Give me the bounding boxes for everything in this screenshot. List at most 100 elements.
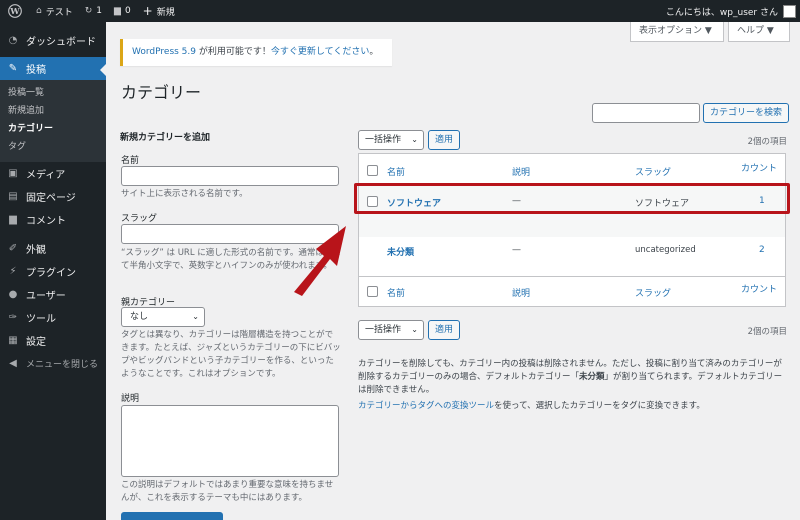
pin-icon: ✎ — [8, 63, 18, 74]
sidebar-item-plugins[interactable]: ⚡ プラグイン — [0, 260, 106, 283]
sidebar-item-label: メディア — [26, 170, 66, 181]
table-header-row: 名前 説明 スラッグ カウント — [359, 154, 785, 185]
category-count-link[interactable]: 2 — [759, 245, 765, 255]
site-name: テスト — [45, 7, 73, 18]
sidebar-item-users[interactable]: ● ユーザー — [0, 283, 106, 306]
comment-icon: ▆ — [9, 214, 17, 225]
submenu-add-new[interactable]: 新規追加 — [0, 102, 106, 120]
posts-submenu: 投稿一覧 新規追加 カテゴリー タグ — [0, 80, 106, 162]
parent-category-value: なし — [130, 312, 149, 322]
bulk-action-select-top[interactable]: 一括操作 ⌄ — [358, 130, 424, 150]
settings-icon: ▦ — [8, 335, 18, 346]
name-description: サイト上に表示される名前です。 — [121, 189, 248, 199]
bulk-action-select-bottom[interactable]: 一括操作 ⌄ — [358, 320, 424, 340]
main-content: 表示オプション ▼ ヘルプ ▼ WordPress 5.9 が利用可能です！今す… — [106, 22, 800, 520]
bulk-action-label: 一括操作 — [365, 325, 402, 335]
description-description: この説明はデフォルトではあまり重要な意味を持ちませんが、これを表示するテーマも中… — [121, 480, 334, 503]
category-name-link[interactable]: 未分類 — [387, 245, 414, 258]
column-count[interactable]: カウント — [741, 161, 777, 174]
greeting: こんにちは、wp_user さん — [665, 7, 778, 18]
parent-category-description: タグとは異なり、カテゴリーは階層構造を持つことができます。たとえば、ジャズという… — [121, 330, 341, 379]
name-field[interactable] — [121, 166, 339, 186]
user-icon: ● — [8, 289, 18, 300]
admin-sidebar: ◔ ダッシュボード ✎ 投稿 投稿一覧 新規追加 カテゴリー タグ ▣ メディア… — [0, 22, 106, 520]
select-all-checkbox-bottom[interactable] — [367, 286, 378, 297]
search-input[interactable] — [592, 103, 700, 123]
column-slug-footer[interactable]: スラッグ — [635, 286, 671, 299]
column-name[interactable]: 名前 — [387, 165, 405, 178]
comment-icon: ▆ — [114, 6, 121, 16]
table-footer-row: 名前 説明 スラッグ カウント — [359, 277, 785, 307]
add-category-button[interactable] — [121, 512, 223, 520]
chevron-down-icon: ⌄ — [411, 135, 418, 144]
plus-icon: + — [142, 4, 153, 18]
dashboard-icon: ◔ — [8, 35, 18, 46]
description-label: 説明 — [121, 394, 140, 404]
converter-note: カテゴリーからタグへの変換ツールを使って、選択したカテゴリーをタグに変換できます… — [358, 400, 788, 413]
column-count-footer[interactable]: カウント — [741, 282, 777, 295]
sidebar-item-appearance[interactable]: ✐ 外観 — [0, 237, 106, 260]
column-description[interactable]: 説明 — [512, 165, 530, 178]
sidebar-item-media[interactable]: ▣ メディア — [0, 162, 106, 185]
item-count-bottom: 2個の項目 — [747, 327, 787, 337]
sidebar-item-settings[interactable]: ▦ 設定 — [0, 329, 106, 352]
page-title: カテゴリー — [121, 83, 202, 102]
apply-button-bottom[interactable]: 適用 — [428, 320, 461, 340]
update-now-link[interactable]: 今すぐ更新してください — [271, 47, 369, 57]
site-name-link[interactable]: ⌂ テスト — [30, 0, 79, 22]
sidebar-item-label: 投稿 — [26, 65, 46, 76]
update-notice: WordPress 5.9 が利用可能です！今すぐ更新してください。 — [120, 39, 392, 66]
converter-link[interactable]: カテゴリーからタグへの変換ツール — [358, 401, 494, 411]
admin-bar: W ⌂ テスト ↻ 1 ▆ 0 + 新規 こんにちは、wp_user さん — [0, 0, 800, 22]
appearance-icon: ✐ — [8, 243, 18, 254]
comments-link[interactable]: ▆ 0 — [108, 0, 137, 22]
apply-button-top[interactable]: 適用 — [428, 130, 461, 150]
default-category-name: 未分類 — [579, 372, 605, 382]
select-all-checkbox[interactable] — [367, 165, 378, 176]
collapse-icon: ◀ — [9, 358, 17, 369]
slug-label: スラッグ — [121, 214, 158, 224]
sidebar-collapse[interactable]: ◀ メニューを閉じる — [0, 352, 106, 375]
sidebar-item-label: メニューを閉じる — [26, 360, 99, 370]
column-name-footer[interactable]: 名前 — [387, 286, 405, 299]
notice-text: が利用可能です！ — [196, 47, 271, 57]
name-label: 名前 — [121, 156, 140, 166]
submenu-categories[interactable]: カテゴリー — [0, 120, 106, 138]
sidebar-item-pages[interactable]: ▤ 固定ページ — [0, 185, 106, 208]
wordpress-version-link[interactable]: WordPress 5.9 — [132, 47, 196, 57]
description-field[interactable] — [121, 405, 339, 477]
help-button[interactable]: ヘルプ ▼ — [728, 22, 790, 42]
chevron-down-icon: ⌄ — [411, 325, 418, 334]
sidebar-item-comments[interactable]: ▆ コメント — [0, 208, 106, 231]
item-count-top: 2個の項目 — [747, 137, 787, 147]
submenu-all-posts[interactable]: 投稿一覧 — [0, 84, 106, 102]
table-row: 未分類 — uncategorized 2 — [359, 237, 785, 274]
bulk-action-label: 一括操作 — [365, 135, 402, 145]
arrow-pointer-icon — [294, 226, 346, 296]
tool-icon: ✑ — [8, 312, 18, 323]
delete-note: カテゴリーを削除しても、カテゴリー内の投稿は削除されません。ただし、投稿に割り当… — [358, 358, 788, 397]
screen-options-button[interactable]: 表示オプション ▼ — [630, 22, 724, 42]
highlight-box — [354, 183, 790, 214]
sidebar-item-dashboard[interactable]: ◔ ダッシュボード — [0, 29, 106, 52]
parent-category-select[interactable]: なし ⌄ — [121, 307, 205, 327]
svg-text:W: W — [9, 6, 20, 16]
categories-table: 名前 説明 スラッグ カウント ソフトウェア — ソフトウェア 1 未分類 — … — [358, 153, 786, 307]
search-categories-button[interactable]: カテゴリーを検索 — [703, 103, 790, 123]
column-slug[interactable]: スラッグ — [635, 165, 671, 178]
refresh-icon: ↻ — [84, 6, 93, 16]
sidebar-item-posts[interactable]: ✎ 投稿 — [0, 57, 106, 80]
sidebar-item-label: コメント — [26, 216, 66, 227]
submenu-tags[interactable]: タグ — [0, 138, 106, 156]
sidebar-item-label: プラグイン — [26, 268, 76, 279]
updates-count: 1 — [96, 6, 103, 16]
sidebar-item-label: 外観 — [26, 245, 46, 256]
row-spacer — [359, 217, 785, 237]
wordpress-logo-icon[interactable]: W — [0, 0, 30, 22]
converter-note-text: を使って、選択したカテゴリーをタグに変換できます。 — [494, 401, 705, 411]
sidebar-item-tools[interactable]: ✑ ツール — [0, 306, 106, 329]
account-menu[interactable]: こんにちは、wp_user さん — [666, 0, 796, 22]
column-description-footer[interactable]: 説明 — [512, 286, 530, 299]
updates-link[interactable]: ↻ 1 — [79, 0, 108, 22]
new-content-link[interactable]: + 新規 — [137, 0, 181, 22]
